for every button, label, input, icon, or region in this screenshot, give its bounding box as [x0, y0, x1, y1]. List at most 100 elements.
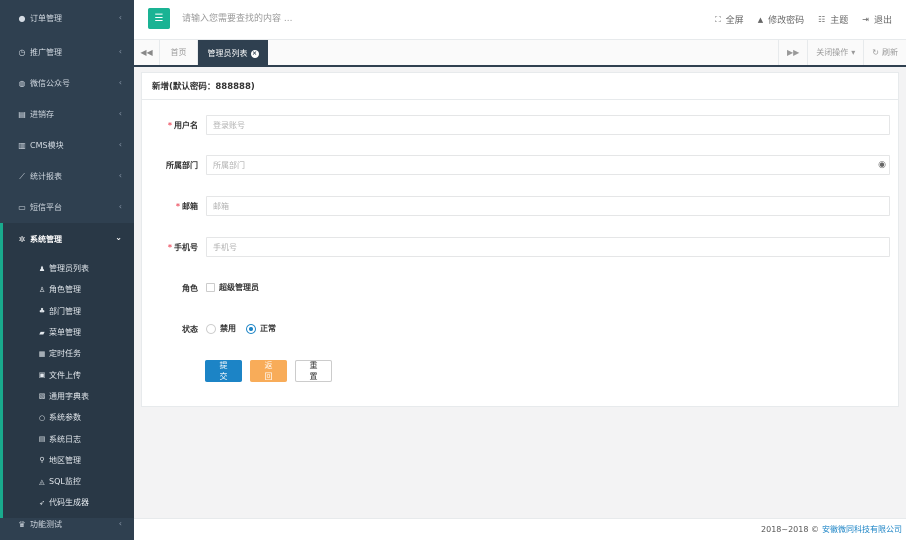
logout-button[interactable]: ⇥ 退出	[862, 13, 892, 26]
chevron-left-icon: ‹	[118, 109, 122, 118]
add-admin-panel: 新增(默认密码：888888) *用户名 所属部门 ◉ *邮箱 *手机号 角色 …	[141, 72, 899, 407]
phone-label: * 手机号	[142, 242, 198, 253]
submenu-item-upload[interactable]: ▣ 文件上传	[3, 364, 134, 385]
username-label: * 用户名	[142, 120, 198, 131]
sql-icon: ◬	[39, 477, 45, 486]
submenu-item-label: 地区管理	[49, 455, 81, 465]
sidebar-menu: ● 订单管理 ‹ ◷ 推广管理 ‹ ◍ 微信公众号 ‹ ▤ 进销存 ‹ ▥ CM…	[0, 0, 134, 518]
submenu-item-logs[interactable]: ▤ 系统日志	[3, 428, 134, 449]
submenu-item-tasks[interactable]: ▦ 定时任务	[3, 343, 134, 364]
theme-icon: ☷	[818, 15, 826, 24]
submit-button[interactable]: 提交	[205, 360, 242, 382]
eye-icon[interactable]: ◉	[878, 160, 886, 170]
status-normal-label: 正常	[260, 324, 276, 333]
chevron-down-icon: ⌄	[115, 233, 122, 242]
sidebar-item-test[interactable]: ♛ 功能测试 ‹	[0, 509, 134, 540]
sidebar: ● 订单管理 ‹ ◷ 推广管理 ‹ ◍ 微信公众号 ‹ ▤ 进销存 ‹ ▥ CM…	[0, 0, 134, 540]
company-link[interactable]: 安徽微同科技有限公司	[822, 524, 902, 535]
label-text: 角色	[182, 284, 198, 293]
submenu-item-label: 定时任务	[49, 349, 81, 359]
label-text: 状态	[182, 325, 198, 334]
required-marker: *	[167, 243, 172, 252]
submenu-item-label: 管理员列表	[49, 264, 89, 274]
send-icon: ➶	[39, 498, 45, 507]
sidebar-item-promotion[interactable]: ◷ 推广管理 ‹	[0, 37, 134, 68]
sidebar-item-label: CMS模块	[30, 141, 64, 150]
sidebar-item-label: 系统管理	[30, 235, 62, 244]
status-label: 状态	[142, 324, 198, 335]
wechat-icon: ◍	[18, 79, 26, 88]
panel-title: 新增(默认密码：888888)	[142, 73, 898, 100]
log-icon: ▤	[38, 435, 46, 444]
reset-button[interactable]: 重置	[295, 360, 332, 382]
submenu-item-menus[interactable]: ▰ 菜单管理	[3, 322, 134, 343]
super-admin-checkbox[interactable]	[206, 283, 215, 292]
tab-bar: ◀◀ 首页 管理员列表 × ▶▶ 关闭操作 ▾ ↻ 刷新	[134, 40, 906, 67]
email-label: * 邮箱	[142, 201, 198, 212]
submenu-item-label: 角色管理	[49, 285, 81, 295]
sidebar-item-label: 进销存	[30, 110, 54, 119]
sidebar-item-order[interactable]: ● 订单管理 ‹	[0, 0, 134, 37]
email-input[interactable]	[206, 196, 890, 216]
search-input[interactable]	[182, 10, 482, 28]
tab-home[interactable]: 首页	[160, 40, 198, 65]
status-disabled-label: 禁用	[220, 324, 236, 333]
role-option[interactable]: 超级管理员	[206, 282, 259, 293]
back-button[interactable]: 返回	[250, 360, 287, 382]
top-header: ☰ ⛶ 全屏 ▲ 修改密码 ☷ 主题 ⇥ 退出	[134, 0, 906, 40]
tab-scroll-left-button[interactable]: ◀◀	[134, 40, 160, 65]
submenu-item-params[interactable]: ○ 系统参数	[3, 407, 134, 428]
email-row: * 邮箱	[142, 196, 900, 216]
sidebar-item-wechat[interactable]: ◍ 微信公众号 ‹	[0, 68, 134, 99]
sidebar-item-label: 短信平台	[30, 203, 62, 212]
circle-icon: ○	[38, 413, 46, 422]
logout-label: 退出	[873, 16, 892, 26]
submenu-item-label: SQL监控	[49, 477, 81, 487]
sidebar-item-inventory[interactable]: ▤ 进销存 ‹	[0, 99, 134, 130]
submenu-item-admins[interactable]: ♟ 管理员列表	[3, 258, 134, 279]
refresh-label: 刷新	[882, 48, 898, 57]
task-icon: ▦	[38, 349, 46, 358]
phone-input[interactable]	[206, 237, 890, 257]
cms-icon: ▥	[18, 141, 26, 150]
asterisk-icon: ●	[18, 14, 26, 23]
clock-icon: ◷	[18, 48, 26, 57]
fullscreen-button[interactable]: ⛶ 全屏	[715, 13, 744, 27]
status-normal-radio[interactable]	[246, 323, 256, 334]
status-disabled-radio[interactable]	[206, 323, 216, 334]
username-input[interactable]	[206, 115, 890, 135]
sidebar-item-cms[interactable]: ▥ CMS模块 ‹	[0, 130, 134, 161]
sidebar-item-reports[interactable]: ⟋ 统计报表 ‹	[0, 161, 134, 192]
chevron-left-icon: ‹	[118, 171, 122, 180]
phone-row: * 手机号	[142, 237, 900, 257]
tab-label: 管理员列表	[207, 49, 248, 58]
department-input[interactable]	[206, 155, 890, 175]
submenu-item-departments[interactable]: ♣ 部门管理	[3, 301, 134, 322]
submenu-item-label: 系统参数	[49, 413, 81, 423]
inventory-icon: ▤	[18, 110, 26, 119]
change-password-label: 修改密码	[768, 16, 805, 26]
change-password-button[interactable]: ▲ 修改密码	[758, 13, 805, 27]
submenu-item-roles[interactable]: ♙ 角色管理	[3, 279, 134, 300]
fullscreen-label: 全屏	[725, 16, 744, 26]
sidebar-item-sms[interactable]: ▭ 短信平台 ‹	[0, 192, 134, 223]
submenu-item-regions[interactable]: ⚲ 地区管理	[3, 450, 134, 471]
status-options: 禁用 正常	[206, 323, 276, 334]
submenu-item-dictionary[interactable]: ▧ 通用字典表	[3, 386, 134, 407]
file-icon: ▣	[38, 371, 46, 380]
submenu-item-label: 菜单管理	[49, 328, 81, 338]
double-right-icon: ▶▶	[786, 48, 800, 57]
refresh-button[interactable]: ↻ 刷新	[863, 40, 906, 65]
system-submenu: ♟ 管理员列表 ♙ 角色管理 ♣ 部门管理 ▰ 菜单管理 ▦ 定时任务 ▣ 文件上传 ▧ 通用…	[0, 256, 134, 518]
tab-admin-list[interactable]: 管理员列表 ×	[198, 40, 268, 67]
menu-toggle-button[interactable]: ☰	[148, 8, 170, 29]
close-icon[interactable]: ×	[250, 49, 259, 58]
double-left-icon: ◀◀	[140, 48, 153, 57]
tab-scroll-right-button[interactable]: ▶▶	[777, 40, 807, 65]
submenu-item-sql[interactable]: ◬ SQL监控	[3, 471, 134, 492]
sidebar-item-label: 微信公众号	[30, 79, 70, 88]
close-operations-dropdown[interactable]: 关闭操作 ▾	[807, 40, 863, 65]
theme-button[interactable]: ☷ 主题	[818, 13, 848, 26]
sitemap-icon: ♣	[38, 307, 46, 316]
sidebar-item-system[interactable]: ✲ 系统管理 ⌄	[0, 223, 134, 256]
